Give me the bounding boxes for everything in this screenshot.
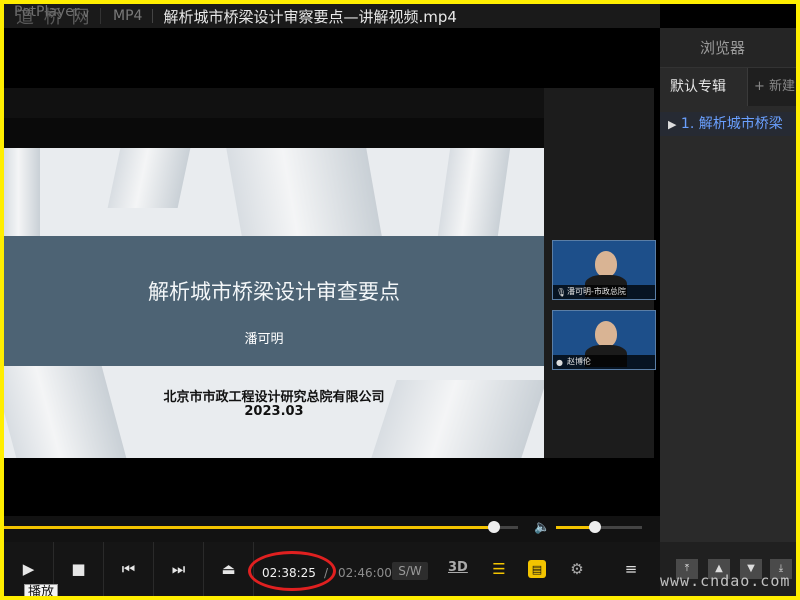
play-icon: ▶: [22, 560, 35, 578]
eject-icon: ⏏: [221, 560, 236, 578]
control-bar: ▶ ■ ⏮ ⏭ ⏏ 播放 02:38:25 / 02:46:00 S/W 3D …: [4, 542, 660, 596]
stop-icon: ■: [71, 560, 86, 578]
camera-tile: 潘可明-市政总院 🎙: [552, 240, 656, 300]
speaker-head: [595, 251, 617, 277]
slide-title: 解析城市桥梁设计审查要点: [148, 280, 400, 304]
seek-bar-area: 🔈: [4, 516, 660, 542]
camera-label: 赵博伦: [553, 355, 655, 369]
playlist-item-label: 1. 解析城市桥梁: [680, 116, 783, 132]
menu-icon[interactable]: ≡: [620, 558, 642, 580]
building-image: [437, 148, 511, 236]
tab-default-album[interactable]: 默认专辑: [660, 68, 748, 106]
play-tooltip: 播放: [24, 584, 59, 596]
side-panel: 浏览器 默认专辑 + 新建 ▶ 1. 解析城市桥梁 ⤒ ▲ ▼ ⤓: [660, 28, 796, 596]
seek-handle[interactable]: [488, 521, 501, 533]
search-list-icon[interactable]: ☰: [488, 558, 510, 580]
subtitle-icon[interactable]: ▤: [528, 560, 546, 578]
player-window: PotPlayer 道 桥 网 ∨ MP4 解析城市桥梁设计审察要点—讲解视频.…: [4, 4, 796, 596]
sw-decoder-button[interactable]: S/W: [392, 562, 428, 580]
eject-button[interactable]: ⏏: [204, 542, 254, 596]
building-image: [4, 148, 40, 236]
gear-icon[interactable]: ⚙: [566, 558, 588, 580]
app-brand[interactable]: PotPlayer 道 桥 网 ∨: [4, 4, 100, 28]
video-area[interactable]: 解析城市桥梁设计审查要点 潘可明 北京市市政工程设计研究总院有限公司 2023.…: [4, 88, 656, 458]
user-icon: ●: [556, 358, 563, 367]
site-watermark-url: www.cndao.com: [660, 572, 791, 590]
title-divider: [152, 9, 154, 23]
site-watermark: 道 桥 网: [16, 7, 92, 28]
video-slide: 解析城市桥梁设计审查要点 潘可明 北京市市政工程设计研究总院有限公司 2023.…: [4, 148, 544, 458]
slide-date: 2023.03: [244, 404, 304, 419]
speaker-head: [595, 321, 617, 347]
tab-new-album[interactable]: + 新建: [754, 68, 795, 106]
previous-button[interactable]: ⏮: [104, 542, 154, 596]
highlight-ring: [248, 551, 336, 591]
total-time[interactable]: 02:46:00: [338, 566, 392, 580]
volume-handle[interactable]: [588, 521, 601, 533]
stop-button[interactable]: ■: [54, 542, 104, 596]
next-icon: ⏭: [171, 560, 186, 578]
building-image: [226, 148, 382, 236]
title-bar: PotPlayer 道 桥 网 ∨ MP4 解析城市桥梁设计审察要点—讲解视频.…: [4, 4, 660, 28]
seek-progress: [4, 526, 495, 529]
window-title: 解析城市桥梁设计审察要点—讲解视频.mp4: [163, 7, 457, 26]
slide-top-strip: [4, 88, 544, 118]
next-button[interactable]: ⏭: [154, 542, 204, 596]
camera-label: 潘可明-市政总院: [553, 285, 655, 299]
building-image: [107, 148, 191, 208]
format-label: MP4: [100, 8, 152, 24]
slide-organization: 北京市市政工程设计研究总院有限公司: [163, 390, 385, 405]
playing-icon: ▶: [668, 118, 677, 131]
volume-icon[interactable]: 🔈: [534, 520, 550, 535]
camera-tile: 赵博伦 ●: [552, 310, 656, 370]
slide-banner: 解析城市桥梁设计审查要点 潘可明: [4, 236, 544, 366]
3d-button[interactable]: 3D: [448, 560, 468, 575]
slide-author: 潘可明: [244, 332, 284, 347]
album-tabs: 默认专辑 + 新建: [660, 68, 796, 106]
prev-icon: ⏮: [121, 560, 136, 578]
chevron-down-icon[interactable]: ∨: [82, 6, 90, 22]
mic-icon: 🎙: [556, 288, 567, 297]
panel-header-browser[interactable]: 浏览器: [660, 28, 796, 68]
playlist-item[interactable]: ▶ 1. 解析城市桥梁: [660, 112, 796, 136]
